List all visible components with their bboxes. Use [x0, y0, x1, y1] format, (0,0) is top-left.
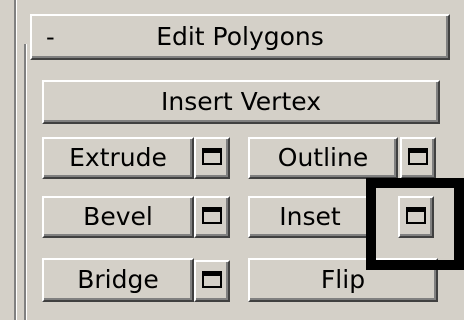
- extrude-button[interactable]: Extrude: [42, 137, 194, 179]
- rollout-border-line: [24, 44, 26, 320]
- bridge-settings-button[interactable]: [194, 260, 230, 302]
- bevel-label: Bevel: [83, 202, 153, 231]
- extrude-label: Extrude: [69, 143, 167, 172]
- settings-window-icon: [202, 148, 222, 165]
- bridge-button[interactable]: Bridge: [42, 258, 194, 302]
- settings-window-icon: [202, 271, 222, 288]
- inset-label: Inset: [279, 202, 341, 231]
- outline-button[interactable]: Outline: [248, 137, 398, 179]
- rollout-title: Edit Polygons: [156, 22, 324, 51]
- edit-polygons-panel: - Edit Polygons Insert Vertex Extrude Ou…: [0, 0, 464, 320]
- outline-label: Outline: [277, 143, 369, 172]
- outline-settings-button[interactable]: [400, 137, 436, 179]
- highlight-frame: [366, 178, 464, 270]
- settings-window-icon: [408, 148, 428, 165]
- insert-vertex-label: Insert Vertex: [160, 87, 321, 116]
- rollout-header[interactable]: - Edit Polygons: [30, 14, 450, 60]
- bridge-label: Bridge: [77, 265, 159, 294]
- insert-vertex-button[interactable]: Insert Vertex: [42, 80, 440, 124]
- bevel-button[interactable]: Bevel: [42, 196, 194, 238]
- bevel-settings-button[interactable]: [194, 196, 230, 238]
- extrude-settings-button[interactable]: [194, 137, 230, 179]
- inset-button[interactable]: Inset: [248, 196, 372, 238]
- settings-window-icon: [202, 207, 222, 224]
- panel-border-line: [14, 0, 16, 320]
